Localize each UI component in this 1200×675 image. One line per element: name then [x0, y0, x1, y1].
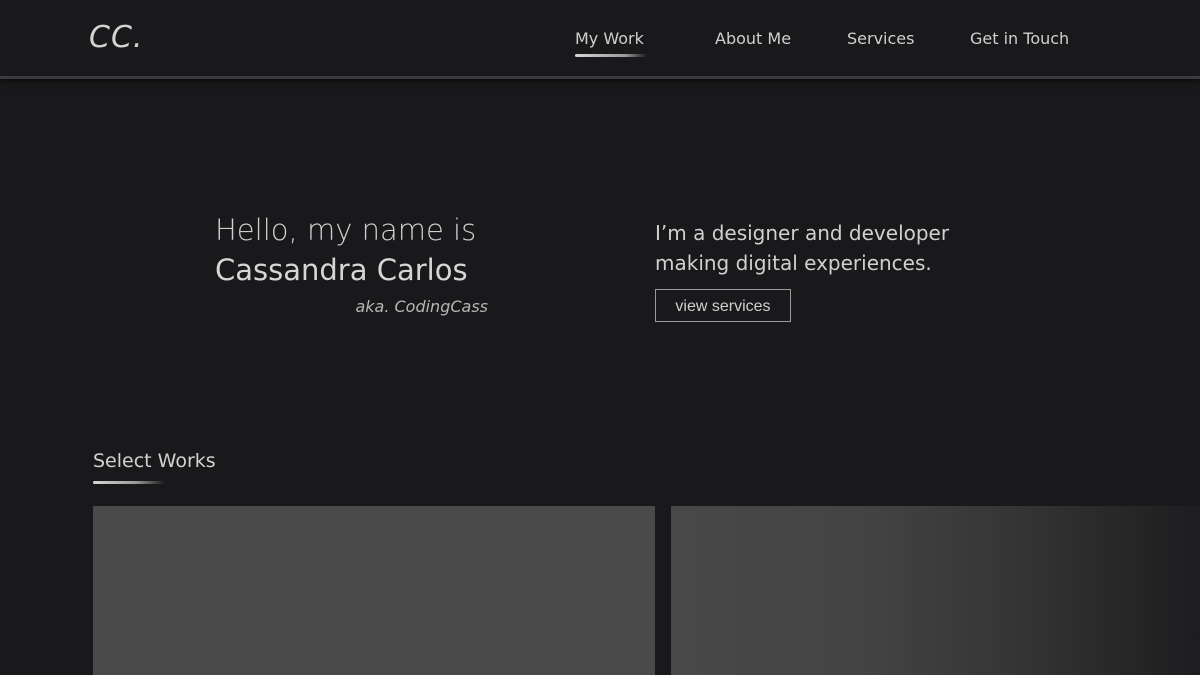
hero-aka: aka. CodingCass [355, 297, 488, 316]
hero-name: Cassandra Carlos [215, 253, 468, 287]
nav-services[interactable]: Services [847, 29, 914, 48]
hero-greeting: Hello, my name is [215, 213, 477, 247]
site-header: CC. My Work About Me Services Get in Tou… [0, 0, 1200, 79]
select-works-underline [93, 481, 165, 484]
nav-my-work-label: My Work [575, 29, 644, 48]
tagline-line-2: making digital experiences. [655, 251, 932, 275]
site-logo[interactable]: CC. [89, 20, 143, 55]
tagline-line-1: I’m a designer and developer [655, 221, 950, 245]
nav-services-label: Services [847, 29, 915, 48]
work-card-1[interactable] [93, 506, 655, 675]
nav-about-me-label: About Me [715, 29, 792, 48]
nav-my-work[interactable]: My Work [575, 29, 647, 57]
hero-tagline: I’m a designer and developer making digi… [655, 218, 995, 278]
nav-about-me[interactable]: About Me [715, 29, 791, 48]
select-works-title: Select Works [93, 450, 216, 472]
nav-get-in-touch[interactable]: Get in Touch [970, 29, 1069, 48]
work-card-2[interactable] [671, 506, 1200, 675]
nav-active-indicator [575, 54, 647, 57]
view-services-button[interactable]: view services [655, 289, 791, 322]
nav-get-in-touch-label: Get in Touch [970, 29, 1070, 48]
portfolio-page: CC. My Work About Me Services Get in Tou… [0, 0, 1200, 675]
